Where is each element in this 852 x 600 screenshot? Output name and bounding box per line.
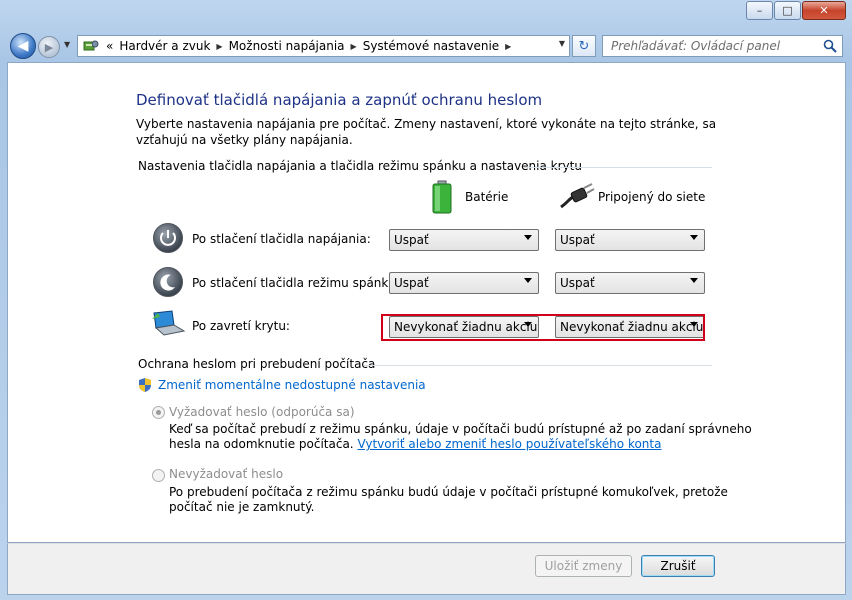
plugged-in-column-label: Pripojený do siete — [598, 190, 706, 204]
breadcrumb-hardware-sound[interactable]: Hardvér a zvuk — [119, 39, 210, 53]
search-placeholder: Prehľadávať: Ovládací panel — [611, 39, 781, 53]
create-password-link[interactable]: Vytvoriť alebo zmeniť heslo používateľsk… — [357, 437, 661, 451]
select-value: Uspať — [394, 276, 429, 290]
chevron-down-icon — [524, 278, 532, 283]
sleep-button-label: Po stlačení tlačidla režimu spánku: — [192, 276, 400, 290]
group-divider — [364, 365, 712, 366]
back-button[interactable]: ◀ — [10, 33, 36, 59]
buttons-group-heading: Nastavenia tlačidla napájania a tlačidla… — [138, 159, 582, 173]
address-bar[interactable]: « Hardvér a zvuk ▶ Možnosti napájania ▶ … — [77, 35, 570, 57]
address-dropdown-icon[interactable]: ▼ — [559, 39, 565, 48]
require-password-description-2: hesla na odomknutie počítača. Vytvoriť a… — [169, 437, 661, 451]
select-value: Uspať — [394, 233, 429, 247]
battery-icon — [432, 180, 452, 214]
search-input[interactable]: Prehľadávať: Ovládací panel — [602, 35, 843, 57]
group-divider — [524, 167, 712, 168]
footer-bar: Uložiť zmeny Zrušiť — [7, 543, 846, 595]
password-group-heading: Ochrana heslom pri prebudení počítača — [138, 357, 376, 371]
no-password-label: Nevyžadovať heslo — [169, 467, 284, 481]
battery-column-label: Batérie — [465, 190, 509, 204]
lid-close-label: Po zavretí krytu: — [192, 319, 290, 333]
require-password-description-text: hesla na odomknutie počítača. — [169, 437, 354, 451]
minimize-button[interactable]: – — [746, 1, 773, 20]
maximize-button[interactable]: □ — [774, 1, 801, 20]
laptop-lid-icon — [152, 310, 186, 336]
uac-shield-icon — [139, 378, 151, 392]
chevron-down-icon — [690, 235, 698, 240]
refresh-button[interactable]: ↻ — [572, 35, 596, 57]
sleep-button-icon — [153, 267, 183, 297]
highlight-box — [381, 314, 705, 341]
search-icon[interactable] — [822, 38, 838, 54]
power-plug-icon — [560, 183, 595, 209]
page-description: Vyberte nastavenia napájania pre počítač… — [136, 117, 717, 147]
control-panel-icon — [82, 38, 100, 54]
forward-button[interactable]: ▶ — [38, 36, 60, 58]
breadcrumb-system-settings[interactable]: Systémové nastavenie — [363, 39, 499, 53]
no-password-radio[interactable] — [152, 469, 165, 482]
breadcrumb-overflow[interactable]: « — [106, 39, 113, 53]
close-button[interactable]: ✕ — [802, 1, 846, 20]
breadcrumb-power-options[interactable]: Možnosti napájania — [229, 39, 345, 53]
change-settings-link[interactable]: Zmeniť momentálne nedostupné nastavenia — [158, 378, 426, 392]
sleep-button-battery-select[interactable]: Uspať — [389, 272, 539, 294]
window-controls: – □ ✕ — [745, 1, 846, 20]
power-button-battery-select[interactable]: Uspať — [389, 229, 539, 251]
sleep-button-plugged-select[interactable]: Uspať — [555, 272, 705, 294]
require-password-radio[interactable] — [152, 406, 165, 419]
no-password-description-2: počítač nie je zamknutý. — [169, 500, 315, 514]
require-password-label: Vyžadovať heslo (odporúča sa) — [169, 405, 355, 419]
no-password-description: Po prebudení počítača z režimu spánku bu… — [169, 485, 728, 499]
save-button[interactable]: Uložiť zmeny — [535, 555, 632, 577]
require-password-description: Keď sa počítač prebudí z režimu spánku, … — [169, 422, 752, 436]
power-button-plugged-select[interactable]: Uspať — [555, 229, 705, 251]
breadcrumb-separator-icon[interactable]: ▶ — [505, 42, 511, 51]
power-button-icon — [153, 223, 183, 253]
page-title: Definovať tlačidlá napájania a zapnúť oc… — [136, 91, 543, 109]
breadcrumb-separator-icon[interactable]: ▶ — [351, 42, 357, 51]
power-button-label: Po stlačení tlačidla napájania: — [192, 232, 371, 246]
breadcrumb-separator-icon[interactable]: ▶ — [216, 42, 222, 51]
title-bar: – □ ✕ — [0, 0, 852, 30]
recent-pages-dropdown[interactable]: ▼ — [64, 40, 70, 49]
select-value: Uspať — [560, 276, 595, 290]
select-value: Uspať — [560, 233, 595, 247]
chevron-down-icon — [524, 235, 532, 240]
content-pane: Definovať tlačidlá napájania a zapnúť oc… — [7, 62, 846, 543]
chevron-down-icon — [690, 278, 698, 283]
cancel-button[interactable]: Zrušiť — [641, 555, 715, 577]
